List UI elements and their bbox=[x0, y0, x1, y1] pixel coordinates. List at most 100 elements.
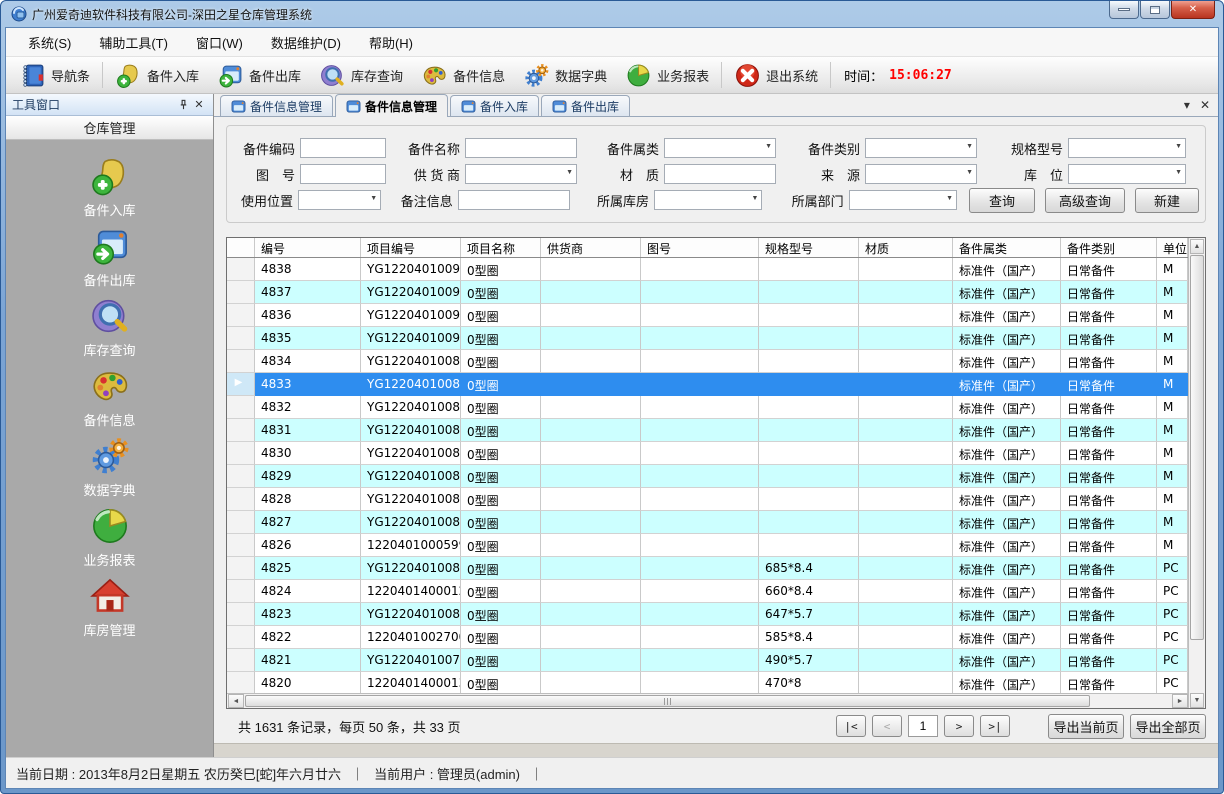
new-button[interactable]: 新建 bbox=[1135, 188, 1199, 213]
first-page-button[interactable]: |< bbox=[836, 715, 866, 737]
row-selector[interactable] bbox=[227, 557, 255, 580]
pin-button[interactable] bbox=[175, 97, 191, 113]
warehouse-select[interactable] bbox=[654, 190, 762, 210]
scroll-right-icon[interactable]: ► bbox=[1172, 694, 1188, 708]
toolbar-nav-bar-button[interactable]: 导航条 bbox=[10, 59, 99, 92]
table-row[interactable]: 4835YG122040100900型圈标准件（国产）日常备件M bbox=[227, 327, 1188, 350]
row-selector[interactable] bbox=[227, 419, 255, 442]
column-header[interactable]: 备件属类 bbox=[953, 238, 1061, 257]
table-row[interactable]: 4829YG122040100840型圈标准件（国产）日常备件M bbox=[227, 465, 1188, 488]
row-selector[interactable] bbox=[227, 281, 255, 304]
row-selector[interactable] bbox=[227, 442, 255, 465]
column-header[interactable] bbox=[227, 238, 255, 257]
column-header[interactable]: 单位 bbox=[1157, 238, 1188, 257]
tab-spare-in[interactable]: 备件入库 bbox=[450, 95, 539, 116]
tab-spare-info-mgmt-2[interactable]: 备件信息管理 bbox=[335, 94, 448, 117]
menu-window[interactable]: 窗口(W) bbox=[182, 29, 257, 56]
tab-spare-info-mgmt-1[interactable]: 备件信息管理 bbox=[220, 95, 333, 116]
column-header[interactable]: 项目编号 bbox=[361, 238, 461, 257]
scroll-down-icon[interactable]: ▼ bbox=[1190, 693, 1204, 708]
table-row[interactable]: 4832YG122040100870型圈标准件（国产）日常备件M bbox=[227, 396, 1188, 419]
toolbar-spare-info-button[interactable]: 备件信息 bbox=[412, 59, 514, 92]
table-row[interactable]: 4828YG122040100830型圈标准件（国产）日常备件M bbox=[227, 488, 1188, 511]
row-selector[interactable] bbox=[227, 304, 255, 327]
column-header[interactable]: 编号 bbox=[255, 238, 361, 257]
vertical-scrollbar[interactable]: ▲ ▼ bbox=[1188, 238, 1205, 708]
sidebar-item-spare-in[interactable]: 备件入库 bbox=[6, 152, 213, 222]
page-number-input[interactable] bbox=[908, 715, 938, 737]
advanced-query-button[interactable]: 高级查询 bbox=[1045, 188, 1125, 213]
remark-input[interactable] bbox=[458, 190, 570, 210]
location-select[interactable] bbox=[1068, 164, 1186, 184]
row-selector[interactable] bbox=[227, 649, 255, 672]
row-selector[interactable] bbox=[227, 672, 255, 693]
row-selector[interactable] bbox=[227, 534, 255, 557]
vertical-scroll-thumb[interactable] bbox=[1190, 255, 1204, 640]
table-row[interactable]: 482412204014000120型圈660*8.4标准件（国产）日常备件PC bbox=[227, 580, 1188, 603]
last-page-button[interactable]: >| bbox=[980, 715, 1010, 737]
department-select[interactable] bbox=[849, 190, 957, 210]
toolbar-stock-query-button[interactable]: 库存查询 bbox=[310, 59, 412, 92]
row-selector[interactable] bbox=[227, 580, 255, 603]
sidebar-item-biz-report[interactable]: 业务报表 bbox=[6, 502, 213, 572]
sidebar-item-data-dict[interactable]: 数据字典 bbox=[6, 432, 213, 502]
export-current-page-button[interactable]: 导出当前页 bbox=[1048, 714, 1124, 739]
spare-code-input[interactable] bbox=[300, 138, 386, 158]
row-selector[interactable] bbox=[227, 350, 255, 373]
menu-data-maintenance[interactable]: 数据维护(D) bbox=[257, 29, 355, 56]
scroll-left-icon[interactable]: ◄ bbox=[228, 694, 244, 708]
table-row[interactable]: 482612204010005990型圈标准件（国产）日常备件M bbox=[227, 534, 1188, 557]
sidebar-item-stock-query[interactable]: 库存查询 bbox=[6, 292, 213, 362]
close-button[interactable]: ✕ bbox=[1171, 1, 1215, 19]
row-selector[interactable] bbox=[227, 396, 255, 419]
horizontal-scroll-thumb[interactable] bbox=[245, 695, 1090, 707]
table-row[interactable]: 4827YG122040100820型圈标准件（国产）日常备件M bbox=[227, 511, 1188, 534]
table-row[interactable]: 4825YG122040100810型圈685*8.4标准件（国产）日常备件PC bbox=[227, 557, 1188, 580]
prev-page-button[interactable]: < bbox=[872, 715, 902, 737]
drawing-no-input[interactable] bbox=[300, 164, 386, 184]
table-row[interactable]: 4821YG122040100790型圈490*5.7标准件（国产）日常备件PC bbox=[227, 649, 1188, 672]
spare-type-select[interactable] bbox=[865, 138, 977, 158]
table-row[interactable]: ▶4833YG122040100880型圈标准件（国产）日常备件M bbox=[227, 373, 1188, 396]
table-row[interactable]: 4830YG122040100850型圈标准件（国产）日常备件M bbox=[227, 442, 1188, 465]
use-position-select[interactable] bbox=[298, 190, 381, 210]
toolbar-data-dict-button[interactable]: 数据字典 bbox=[514, 59, 616, 92]
menu-help[interactable]: 帮助(H) bbox=[355, 29, 427, 56]
toolbar-biz-report-button[interactable]: 业务报表 bbox=[616, 59, 718, 92]
column-header[interactable]: 规格型号 bbox=[759, 238, 859, 257]
column-header[interactable]: 材质 bbox=[859, 238, 953, 257]
column-header[interactable]: 供货商 bbox=[541, 238, 641, 257]
spare-category-select[interactable] bbox=[664, 138, 776, 158]
row-selector[interactable] bbox=[227, 488, 255, 511]
supplier-select[interactable] bbox=[465, 164, 577, 184]
row-selector[interactable] bbox=[227, 258, 255, 281]
column-header[interactable]: 图号 bbox=[641, 238, 759, 257]
sidebar-item-spare-out[interactable]: 备件出库 bbox=[6, 222, 213, 292]
material-input[interactable] bbox=[664, 164, 776, 184]
tab-list-dropdown-icon[interactable]: ▾ bbox=[1184, 98, 1190, 112]
column-header[interactable]: 备件类别 bbox=[1061, 238, 1157, 257]
toolbar-exit-button[interactable]: 退出系统 bbox=[725, 59, 827, 92]
row-selector[interactable] bbox=[227, 465, 255, 488]
row-selector[interactable] bbox=[227, 603, 255, 626]
spare-name-input[interactable] bbox=[465, 138, 577, 158]
panel-close-button[interactable]: ✕ bbox=[191, 97, 207, 113]
maximize-button[interactable] bbox=[1140, 1, 1170, 19]
menu-system[interactable]: 系统(S) bbox=[14, 29, 85, 56]
table-row[interactable]: 4837YG122040100920型圈标准件（国产）日常备件M bbox=[227, 281, 1188, 304]
source-select[interactable] bbox=[865, 164, 977, 184]
row-indicator-icon[interactable]: ▶ bbox=[227, 373, 255, 396]
row-selector[interactable] bbox=[227, 511, 255, 534]
table-row[interactable]: 482012204014000130型圈470*8标准件（国产）日常备件PC bbox=[227, 672, 1188, 693]
export-all-pages-button[interactable]: 导出全部页 bbox=[1130, 714, 1206, 739]
spec-select[interactable] bbox=[1068, 138, 1186, 158]
tab-spare-out[interactable]: 备件出库 bbox=[541, 95, 630, 116]
table-row[interactable]: 4836YG122040100910型圈标准件（国产）日常备件M bbox=[227, 304, 1188, 327]
column-header[interactable]: 项目名称 bbox=[461, 238, 541, 257]
table-row[interactable]: 4834YG122040100890型圈标准件（国产）日常备件M bbox=[227, 350, 1188, 373]
minimize-button[interactable] bbox=[1109, 1, 1139, 19]
toolbar-spare-in-button[interactable]: 备件入库 bbox=[106, 59, 208, 92]
tab-close-icon[interactable]: ✕ bbox=[1200, 98, 1210, 112]
scroll-track[interactable] bbox=[1189, 641, 1205, 692]
warehouse-group-header[interactable]: 仓库管理 bbox=[6, 116, 213, 140]
